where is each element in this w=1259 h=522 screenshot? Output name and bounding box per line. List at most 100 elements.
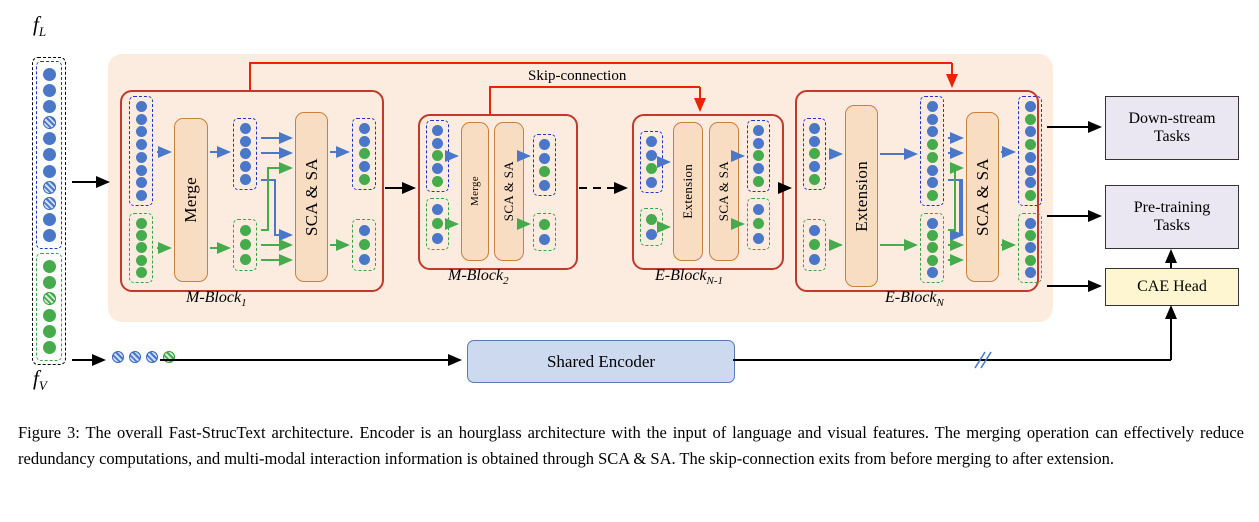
token-dot [135, 242, 147, 254]
token-dot [809, 122, 820, 134]
e-block-n-1-sca-sa-module: SCA & SA [709, 122, 739, 261]
token-dot [646, 176, 657, 188]
token-dot [926, 126, 938, 138]
downstream-tasks-box[interactable]: Down-stream Tasks [1105, 96, 1239, 160]
shared-encoder-box[interactable]: Shared Encoder [467, 340, 735, 383]
token-dot [358, 148, 370, 160]
e-block-n-extension-module: Extension [845, 105, 878, 287]
token-dot [432, 218, 443, 230]
m-block-1-output-language [352, 118, 376, 190]
token-dot [926, 164, 938, 176]
token-dot [358, 122, 370, 134]
e-block-n-output-language [1018, 96, 1042, 206]
token-dot [809, 254, 820, 266]
token-dot [646, 136, 657, 148]
e-block-n-input-language [803, 118, 826, 190]
token-dot [809, 174, 820, 186]
pretraining-tasks-box[interactable]: Pre-training Tasks [1105, 185, 1239, 249]
token-dot [358, 135, 370, 147]
input-feature-column [32, 57, 66, 365]
token-dot [926, 113, 938, 125]
figure-diagram: fL fV M-Block1 Merge SCA & SA M-Block2 M… [0, 0, 1259, 400]
token-dot [42, 132, 56, 146]
token-dot [1024, 267, 1036, 279]
token-dot [42, 83, 56, 97]
masked-token-row [112, 351, 175, 363]
downstream-tasks-line2: Tasks [1153, 128, 1191, 145]
token-dot [809, 135, 820, 147]
token-dot [646, 149, 657, 161]
token-dot [135, 190, 147, 202]
m-block-2-output-language [533, 134, 556, 196]
m-block-1-output-visual [352, 219, 376, 271]
m-block-2-input-visual [426, 198, 449, 250]
token-dot [42, 275, 56, 289]
token-dot [809, 224, 820, 236]
e-block-n-label: E-BlockN [885, 289, 944, 310]
e-block-n-1-input-visual [640, 208, 663, 246]
m-block-1-input-language [129, 96, 153, 206]
token-dot [239, 122, 251, 134]
pretraining-tasks-line2: Tasks [1153, 217, 1191, 234]
token-dot [1024, 190, 1036, 202]
token-dot [42, 259, 56, 273]
token-dot [809, 161, 820, 173]
token-dot [135, 254, 147, 266]
figure-caption: Figure 3: The overall Fast-StrucText arc… [18, 423, 1244, 468]
token-dot [135, 126, 147, 138]
token-dot [112, 351, 124, 363]
e-block-n-sca-sa-module: SCA & SA [966, 112, 999, 282]
e-block-n-input-visual [803, 219, 826, 271]
token-dot [926, 242, 938, 254]
token-dot [753, 163, 764, 175]
token-dot [926, 254, 938, 266]
token-dot [809, 148, 820, 160]
token-dot [42, 292, 56, 306]
token-dot [1024, 254, 1036, 266]
token-dot [432, 233, 443, 245]
skip-connection-label: Skip-connection [528, 68, 627, 84]
m-block-1-sca-sa-module: SCA & SA [295, 112, 328, 282]
token-dot [753, 150, 764, 162]
token-dot [926, 151, 938, 163]
token-dot [1024, 113, 1036, 125]
token-dot [129, 351, 141, 363]
m-block-1-label: M-Block1 [186, 289, 247, 310]
token-dot [1024, 242, 1036, 254]
token-dot [926, 267, 938, 279]
token-dot [135, 267, 147, 279]
token-dot [239, 254, 251, 266]
token-dot [1024, 230, 1036, 242]
cae-head-box[interactable]: CAE Head [1105, 268, 1239, 306]
token-dot [753, 203, 764, 215]
m-block-2-output-visual [533, 213, 556, 251]
e-block-n-1-input-language [640, 131, 663, 193]
token-dot [753, 233, 764, 245]
token-dot [358, 161, 370, 173]
shared-encoder-label: Shared Encoder [546, 351, 656, 371]
token-dot [753, 137, 764, 149]
token-dot [539, 234, 550, 245]
token-dot [1024, 217, 1036, 229]
token-dot [926, 177, 938, 189]
token-dot [358, 174, 370, 186]
token-dot [753, 218, 764, 230]
token-dot [1024, 126, 1036, 138]
token-dot [432, 150, 443, 162]
e-block-n-extended-visual [920, 213, 944, 283]
token-dot [146, 351, 158, 363]
m-block-1-merge-module: Merge [174, 118, 208, 282]
token-dot [42, 341, 56, 355]
token-dot [646, 214, 657, 225]
token-dot [135, 100, 147, 112]
token-dot [42, 324, 56, 338]
token-dot [42, 164, 56, 178]
m-block-1-merged-visual [233, 219, 257, 271]
visual-feature-label: fV [33, 366, 47, 394]
token-dot [163, 351, 175, 363]
line-break-mark [974, 351, 992, 369]
token-dot [42, 213, 56, 227]
token-dot [239, 174, 251, 186]
token-dot [539, 152, 550, 164]
pretraining-tasks-line1: Pre-training [1133, 198, 1211, 216]
